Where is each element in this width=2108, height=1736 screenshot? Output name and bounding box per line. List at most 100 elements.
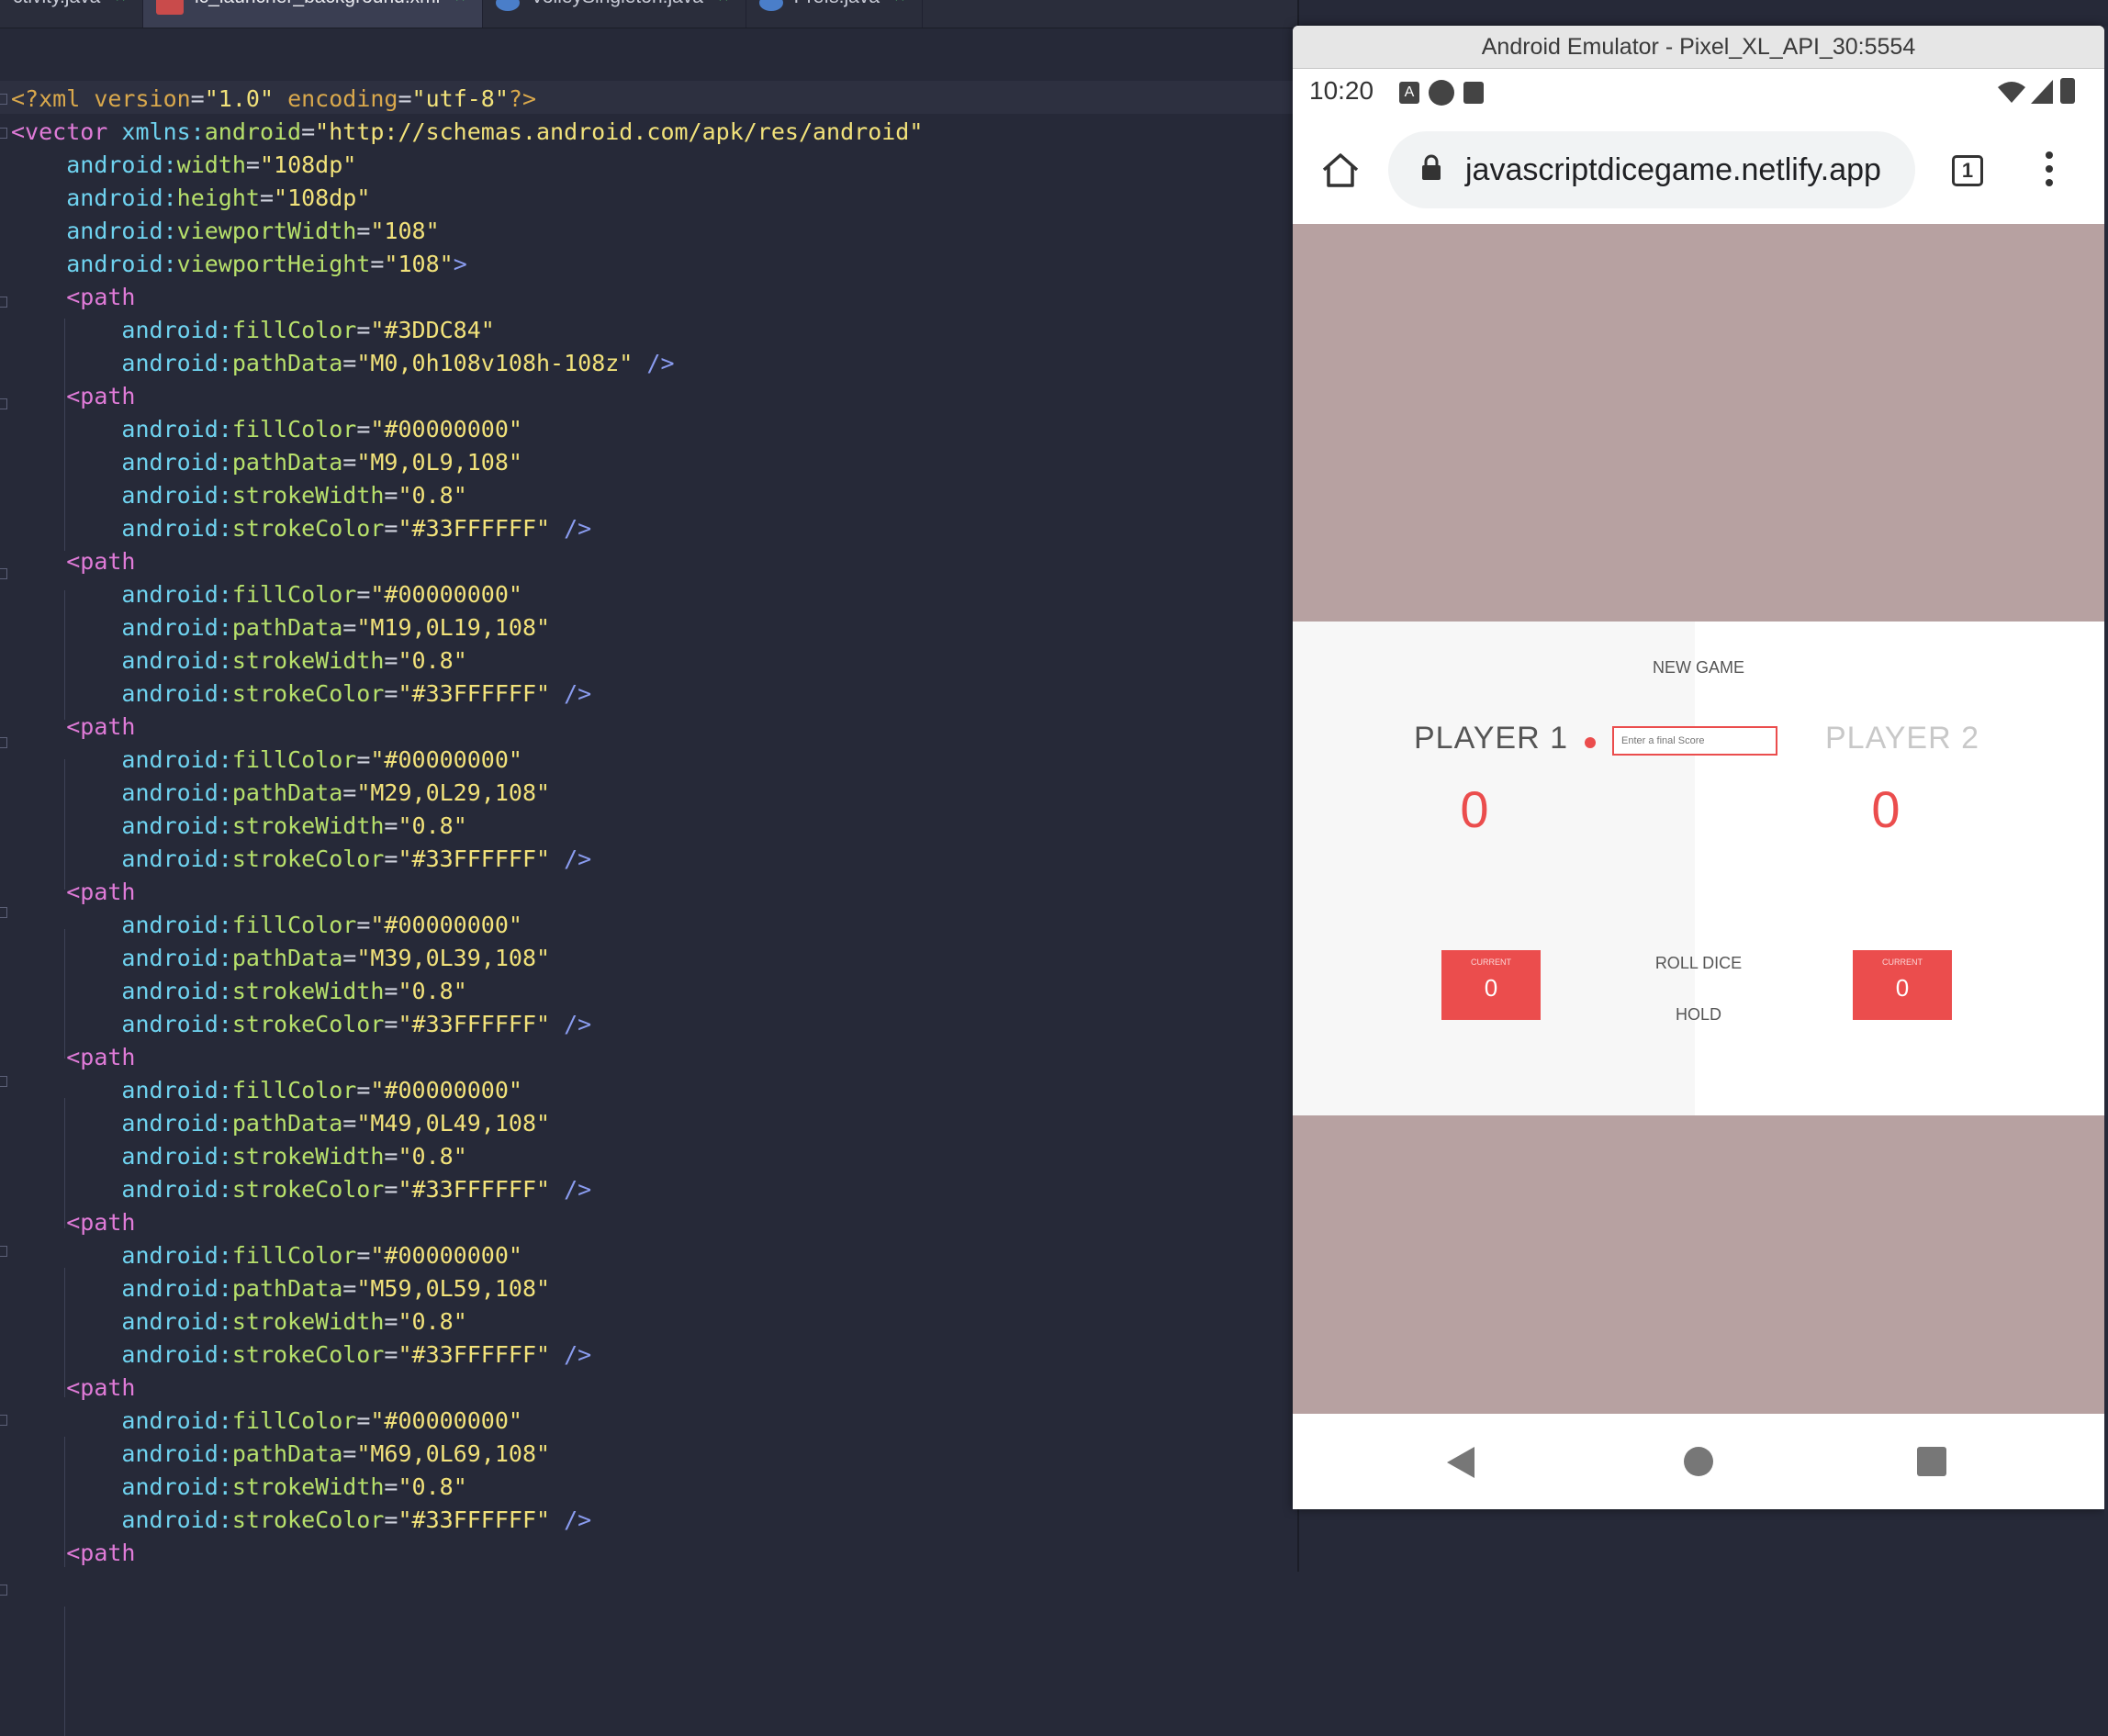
fold-marker-icon[interactable]: [0, 906, 7, 918]
url-text[interactable]: javascriptdicegame.netlify.app: [1465, 131, 1881, 208]
code-line[interactable]: android:fillColor="#00000000": [11, 909, 923, 942]
code-line[interactable]: android:strokeWidth="0.8": [11, 810, 923, 843]
code-token: "0.8": [398, 1143, 467, 1170]
fold-marker-icon[interactable]: [0, 297, 7, 308]
new-game-button[interactable]: NEW GAME: [1293, 658, 2104, 678]
code-line[interactable]: android:pathData="M9,0L9,108": [11, 446, 923, 479]
overflow-menu-icon[interactable]: [2046, 151, 2055, 193]
code-line[interactable]: android:fillColor="#3DDC84": [11, 314, 923, 347]
fold-marker-icon[interactable]: [0, 127, 7, 139]
code-content[interactable]: <?xml version="1.0" encoding="utf-8"?> <v…: [11, 83, 923, 1570]
code-token: =: [356, 581, 371, 608]
code-line[interactable]: android:pathData="M69,0L69,108": [11, 1438, 923, 1471]
code-line[interactable]: android:strokeWidth="0.8": [11, 975, 923, 1008]
fold-marker-icon[interactable]: [0, 1076, 7, 1088]
lock-icon[interactable]: [1421, 153, 1441, 181]
code-line[interactable]: android:strokeWidth="0.8": [11, 1471, 923, 1504]
home-icon[interactable]: [1320, 151, 1361, 188]
editor-tab[interactable]: VolleySingleton.java ×: [483, 0, 746, 28]
nav-home-icon[interactable]: [1684, 1447, 1713, 1476]
code-token: "#33FFFFFF": [398, 1506, 551, 1533]
code-line[interactable]: android:fillColor="#00000000": [11, 1405, 923, 1438]
code-line[interactable]: <?xml version="1.0" encoding="utf-8"?>: [11, 83, 923, 116]
fold-marker-icon[interactable]: [0, 1245, 7, 1257]
fold-marker-icon[interactable]: [0, 1415, 7, 1427]
code-token: >: [453, 251, 467, 277]
code-line[interactable]: <path: [11, 711, 923, 744]
code-line[interactable]: <path: [11, 1206, 923, 1239]
code-line[interactable]: android:pathData="M59,0L59,108": [11, 1272, 923, 1305]
code-line[interactable]: <path: [11, 380, 923, 413]
tab-switcher-button[interactable]: 1: [1952, 155, 1983, 186]
code-line[interactable]: android:height="108dp": [11, 182, 923, 215]
code-line[interactable]: android:strokeColor="#33FFFFFF" />: [11, 1504, 923, 1537]
fold-marker-icon[interactable]: [0, 1584, 7, 1596]
code-line[interactable]: android:fillColor="#00000000": [11, 578, 923, 611]
code-token: fillColor: [231, 746, 357, 773]
roll-dice-button[interactable]: ROLL DICE: [1293, 954, 2104, 973]
code-line[interactable]: android:pathData="M29,0L29,108": [11, 777, 923, 810]
close-tab-icon[interactable]: ×: [718, 0, 729, 6]
code-token: "#33FFFFFF": [398, 1176, 551, 1203]
editor-tab[interactable]: ic_launcher_background.xml ×: [143, 0, 484, 28]
code-line[interactable]: android:strokeWidth="0.8": [11, 1305, 923, 1338]
code-line[interactable]: android:fillColor="#00000000": [11, 744, 923, 777]
code-line[interactable]: <path: [11, 876, 923, 909]
code-line[interactable]: android:strokeColor="#33FFFFFF" />: [11, 1008, 923, 1041]
close-tab-icon[interactable]: ×: [894, 0, 905, 6]
code-token: =: [342, 1110, 357, 1137]
fold-marker-icon[interactable]: [0, 567, 7, 579]
code-token: =: [398, 85, 412, 112]
code-line[interactable]: android:pathData="M0,0h108v108h-108z" />: [11, 347, 923, 380]
hold-button[interactable]: HOLD: [1293, 1005, 2104, 1025]
code-line[interactable]: android:fillColor="#00000000": [11, 413, 923, 446]
fold-marker-icon[interactable]: [0, 94, 7, 105]
final-score-input[interactable]: [1612, 726, 1777, 756]
code-token: <path: [66, 879, 136, 905]
code-token: "#00000000": [370, 912, 522, 938]
code-line[interactable]: <path: [11, 1372, 923, 1405]
code-line[interactable]: android:strokeColor="#33FFFFFF" />: [11, 1173, 923, 1206]
recents-icon[interactable]: [1917, 1447, 1946, 1476]
back-icon[interactable]: [1447, 1447, 1474, 1478]
web-page: NEW GAME PLAYER 1 PLAYER 2 0 0 CURRENT 0…: [1293, 224, 2104, 1414]
fold-marker-icon[interactable]: [0, 737, 7, 749]
code-line[interactable]: <vector xmlns:android="http://schemas.an…: [11, 116, 923, 149]
code-line[interactable]: android:viewportWidth="108": [11, 215, 923, 248]
code-line[interactable]: android:fillColor="#00000000": [11, 1239, 923, 1272]
code-line[interactable]: android:fillColor="#00000000": [11, 1074, 923, 1107]
code-line[interactable]: android:strokeColor="#33FFFFFF" />: [11, 512, 923, 545]
code-line[interactable]: android:pathData="M19,0L19,108": [11, 611, 923, 644]
status-time: 10:20: [1309, 76, 1374, 105]
code-token: width: [176, 151, 246, 178]
player2-name: PLAYER 2: [1825, 721, 1980, 756]
code-line[interactable]: android:strokeWidth="0.8": [11, 644, 923, 678]
code-editor[interactable]: <?xml version="1.0" encoding="utf-8"?> <v…: [0, 81, 1299, 1736]
close-tab-icon[interactable]: ×: [454, 0, 465, 6]
code-line[interactable]: <path: [11, 281, 923, 314]
code-line[interactable]: <path: [11, 545, 923, 578]
code-line[interactable]: android:pathData="M39,0L39,108": [11, 942, 923, 975]
code-line[interactable]: android:viewportHeight="108">: [11, 248, 923, 281]
code-line[interactable]: <path: [11, 1041, 923, 1074]
code-line[interactable]: <path: [11, 1537, 923, 1570]
code-token: =: [384, 1176, 398, 1203]
code-line[interactable]: android:strokeWidth="0.8": [11, 479, 923, 512]
player2-score: 0: [1871, 780, 1901, 838]
url-bar[interactable]: javascriptdicegame.netlify.app: [1388, 131, 1915, 208]
android-emulator-window[interactable]: Android Emulator - Pixel_XL_API_30:5554 …: [1293, 26, 2104, 1509]
code-line[interactable]: android:strokeColor="#33FFFFFF" />: [11, 1338, 923, 1372]
code-line[interactable]: android:pathData="M49,0L49,108": [11, 1107, 923, 1140]
close-tab-icon[interactable]: ×: [115, 0, 126, 6]
editor-tab[interactable]: ctivity.java ×: [0, 0, 143, 28]
fold-marker-icon[interactable]: [0, 398, 7, 410]
code-line[interactable]: android:strokeColor="#33FFFFFF" />: [11, 678, 923, 711]
code-line[interactable]: android:width="108dp": [11, 149, 923, 182]
code-line[interactable]: android:strokeColor="#33FFFFFF" />: [11, 843, 923, 876]
code-line[interactable]: android:strokeWidth="0.8": [11, 1140, 923, 1173]
emulator-title-bar[interactable]: Android Emulator - Pixel_XL_API_30:5554: [1293, 26, 2104, 69]
editor-tab[interactable]: Prefs.java ×: [746, 0, 923, 28]
